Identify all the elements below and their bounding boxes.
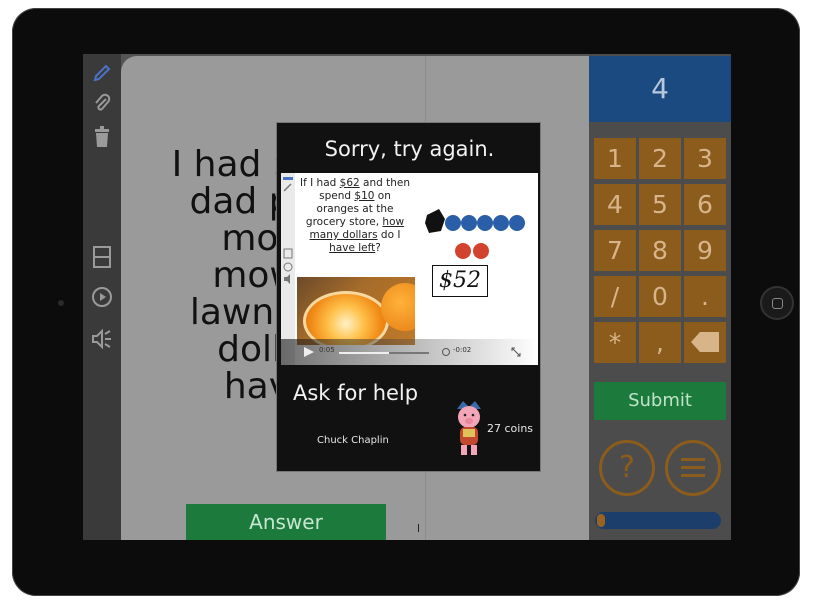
replay-icon[interactable] [441,347,451,357]
video-controls: 0:05 -0:02 [281,339,538,365]
feedback-dialog: Sorry, try again. If I had $62 and then … [276,122,541,472]
progress-fill [597,514,605,527]
video-toolbar [281,173,295,365]
question-part: ? [375,242,381,254]
key-6[interactable]: 6 [684,184,726,225]
layout-icon[interactable] [89,244,115,270]
written-answer: $52 [432,265,488,297]
key-8[interactable]: 8 [639,230,681,271]
remaining-time: -0:02 [453,346,472,354]
key-4[interactable]: 4 [594,184,636,225]
trash-icon[interactable] [89,124,115,150]
oranges-photo [297,277,415,345]
key-multiply[interactable]: * [594,322,636,363]
play-icon[interactable] [89,284,115,310]
speaker-icon[interactable] [89,326,115,352]
key-divide[interactable]: / [594,276,636,317]
dialog-title: Sorry, try again. [324,137,495,161]
submit-button[interactable]: Submit [594,382,726,420]
orange-slice [303,291,389,345]
key-comma[interactable]: , [639,322,681,363]
key-decimal[interactable]: . [684,276,726,317]
video-question-text: If I had $62 and then spend $10 on orang… [299,177,411,255]
question-amount-1: $62 [339,177,360,189]
text-cursor [418,524,419,532]
help-button[interactable]: ? [599,440,655,496]
fullscreen-icon[interactable] [511,347,521,357]
key-9[interactable]: 9 [684,230,726,271]
backspace-button[interactable] [684,322,726,363]
front-camera [58,300,64,306]
play-icon[interactable] [303,346,315,358]
home-button[interactable] [760,286,794,320]
elapsed-time: 0:05 [319,346,335,354]
answer-button[interactable]: Answer [186,504,386,540]
side-toolbar [83,54,121,540]
question-amount-2: $10 [354,190,375,202]
answer-display: 4 [589,56,731,122]
key-1[interactable]: 1 [594,138,636,179]
backspace-icon [691,332,719,352]
paperclip-icon[interactable] [89,90,115,116]
key-0[interactable]: 0 [639,276,681,317]
video-scrubber-fill [339,352,389,354]
video-scrubber[interactable] [339,352,429,354]
pig-avatar-icon[interactable] [453,399,485,457]
menu-button[interactable] [665,440,721,496]
progress-bar [595,512,721,529]
menu-icon [681,458,705,477]
helper-name[interactable]: Chuck Chaplin [317,435,389,446]
pencil-icon[interactable] [89,60,115,86]
question-part: do I [377,229,401,241]
key-3[interactable]: 3 [684,138,726,179]
key-2[interactable]: 2 [639,138,681,179]
coins-count: 27 coins [487,422,534,435]
help-video[interactable]: If I had $62 and then spend $10 on orang… [281,173,538,365]
question-part: If I had [299,177,340,189]
key-5[interactable]: 5 [639,184,681,225]
ask-for-help-heading: Ask for help [293,381,419,405]
keypad-panel: 4 1 2 3 4 5 6 7 8 9 / 0 . * , Submit ? [589,54,731,540]
question-ask-2: have left [329,242,376,254]
key-7[interactable]: 7 [594,230,636,271]
home-square-icon [772,298,783,309]
